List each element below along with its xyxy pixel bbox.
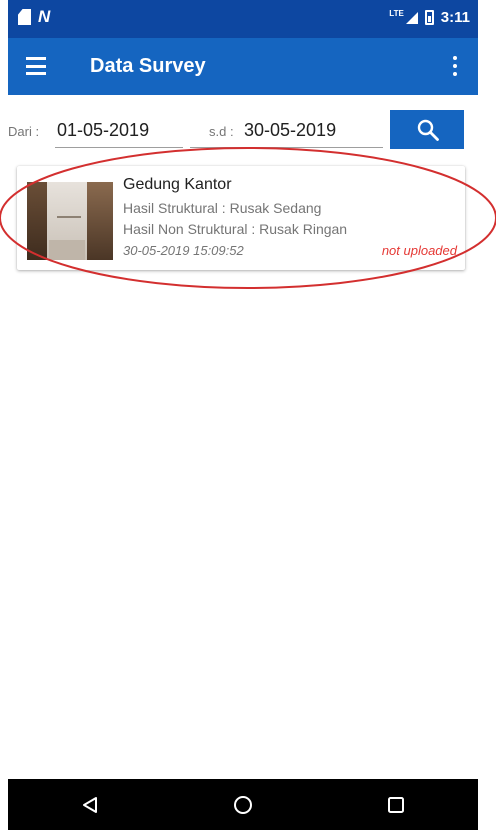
- navigation-bar: [8, 779, 478, 830]
- back-triangle-icon: [83, 796, 97, 813]
- recents-button[interactable]: [366, 779, 426, 830]
- home-circle-icon: [234, 795, 252, 814]
- home-button[interactable]: [213, 779, 273, 830]
- back-button[interactable]: [60, 779, 120, 830]
- highlight-ellipse: [0, 147, 496, 289]
- recents-square-icon: [388, 796, 404, 813]
